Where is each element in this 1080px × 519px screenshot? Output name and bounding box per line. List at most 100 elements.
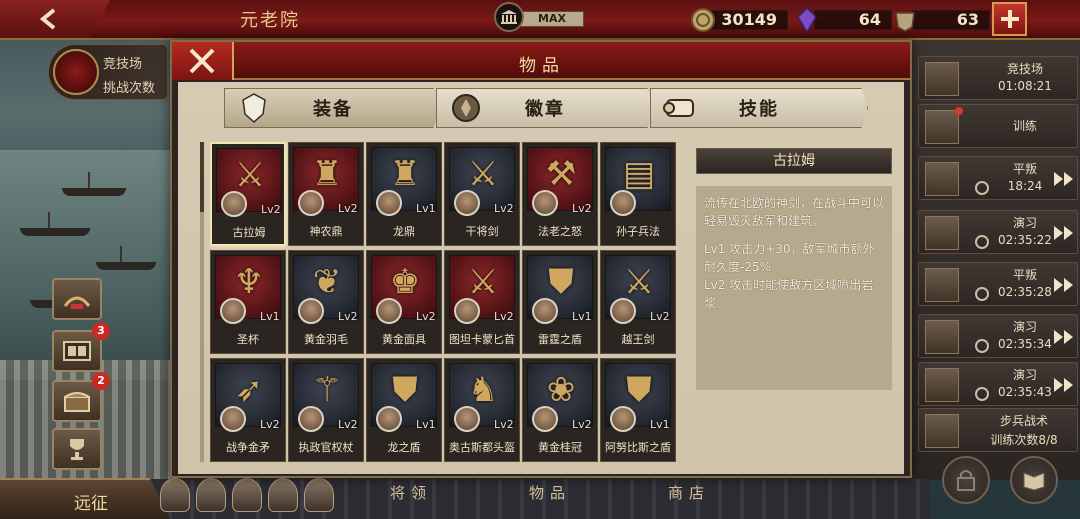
timer-drill[interactable]: 演习 02:35:22 [918,210,1078,254]
panel-header: 物品 [172,42,910,80]
item-slot[interactable]: ♆ Lv1 圣杯 [210,250,286,354]
tab-generals[interactable]: 将领 [390,482,432,504]
item-slot[interactable]: ⚔ Lv2 图坦卡蒙匕首 [444,250,520,354]
item-image: ❀ Lv2 [527,363,593,432]
item-name: 龙鼎 [393,225,415,238]
item-slot[interactable]: ♜ Lv1 龙鼎 [366,142,442,246]
ship-image [20,212,90,236]
expedition-button[interactable]: 远征 [0,478,170,519]
arena-label: 竞技场 [103,57,143,72]
timer-drill[interactable]: 演习 02:35:43 [918,362,1078,406]
speed-up-icon[interactable] [1053,329,1075,345]
swords-icon [925,62,959,96]
trophy-button[interactable] [52,428,102,470]
chest-button[interactable]: 2 [52,372,110,422]
crossed-icon [925,320,959,354]
item-slot[interactable]: ❀ Lv2 黄金桂冠 [522,358,598,462]
item-image: ➶ Lv2 [215,363,281,432]
item-image: ▤ [605,147,671,216]
speed-up-icon[interactable] [1053,277,1075,293]
timer-training[interactable]: 训练 [918,104,1078,148]
close-icon [189,48,215,74]
tab-items[interactable]: 物品 [529,482,571,504]
helmet-icon [925,110,959,144]
tab-shop[interactable]: 商店 [668,482,710,504]
timer-drill[interactable]: 演习 02:35:34 [918,314,1078,358]
item-slot[interactable]: ❦ Lv2 黄金羽毛 [288,250,364,354]
item-slot[interactable]: ⚚ Lv2 执政官权杖 [288,358,364,462]
hero-avatar [454,406,480,432]
item-image: ⚔ Lv2 [449,147,515,216]
item-image: ⚔ Lv2 [449,255,515,324]
item-slot[interactable]: ♞ Lv2 奥古斯都头盔 [444,358,520,462]
item-slot[interactable]: ⛊ Lv1 龙之盾 [366,358,442,462]
item-image: ♚ Lv2 [371,255,437,324]
grid-scrollbar[interactable] [200,142,204,462]
lock-button[interactable] [942,456,990,504]
laurel-button[interactable] [52,278,102,320]
item-slot[interactable]: ⛊ Lv1 雷霆之盾 [522,250,598,354]
tab-skills[interactable]: 技能 [650,88,868,128]
item-level: Lv2 [572,202,592,215]
arena-challenge-badge[interactable]: 竞技场 挑战次数 [48,44,168,100]
item-level: Lv2 [338,202,358,215]
hero-avatar [610,298,636,324]
expedition-label: 远征 [74,494,108,514]
scrollbar-thumb[interactable] [200,142,204,212]
category-tabs: 装备 徽章 技能 [224,88,868,128]
item-artwork-icon: ⚚ [311,370,343,410]
timer-time: 02:35:34 [998,337,1052,351]
item-slot[interactable]: ⚔ Lv2 干将剑 [444,142,520,246]
item-slot[interactable]: ⚔ Lv2 越王剑 [600,250,676,354]
item-level: Lv2 [338,418,358,431]
timer-time: 18:24 [1007,179,1043,193]
item-slot[interactable]: ♜ Lv2 神农鼎 [288,142,364,246]
item-slot[interactable]: ⛊ Lv1 阿努比斯之盾 [600,358,676,462]
item-name: 执政官权杖 [298,441,354,454]
clock-icon [975,181,989,195]
timer-arena[interactable]: 竞技场 01:08:21 [918,56,1078,100]
timer-infantry-tactics[interactable]: 步兵战术 训练次数8/8 [918,408,1078,452]
page-title: 元老院 [240,10,300,31]
back-button[interactable] [0,0,110,38]
speed-up-icon[interactable] [1053,225,1075,241]
timer-name: 演习 [1012,320,1037,334]
tab-label: 徽章 [525,99,565,120]
tab-emblem[interactable]: 徽章 [436,88,654,128]
timer-suppress[interactable]: 平叛 02:35:28 [918,262,1078,306]
add-resource-button[interactable] [992,2,1027,36]
speed-up-icon[interactable] [1053,377,1075,393]
book-button[interactable] [1010,456,1058,504]
helmet-portrait-icon [268,478,298,512]
senate-level-bar: MAX [520,11,584,27]
item-artwork-icon: ⚔ [234,155,266,195]
crossed-icon [925,368,959,402]
item-slot[interactable]: ⚔ Lv2 古拉姆 [210,142,286,246]
honor-resource: 63 [892,8,990,32]
timer-suppress[interactable]: 平叛 18:24 [918,156,1078,200]
item-slot[interactable]: ▤ 孙子兵法 [600,142,676,246]
item-name: 圣杯 [237,333,259,346]
top-bar: 元老院 MAX 30149 64 63 [0,0,1080,40]
film-button[interactable]: 3 [52,322,110,372]
item-slot[interactable]: ⚒ Lv2 法老之怒 [522,142,598,246]
hero-avatar [454,298,480,324]
item-artwork-icon: ♞ [467,370,499,410]
gold-resource: 30149 [690,8,788,32]
item-artwork-icon: ▤ [622,154,656,194]
tab-label: 技能 [739,99,779,120]
tab-equipment[interactable]: 装备 [224,88,440,128]
timer-list: 竞技场 01:08:21 训练 平叛 18:24 演习 02:35:22 平叛 … [918,52,1080,472]
item-level: Lv2 [572,418,592,431]
item-name: 图坦卡蒙匕首 [449,333,515,346]
timer-name: 竞技场 [1006,62,1043,76]
speed-up-icon[interactable] [1053,171,1075,187]
timer-name: 步兵战术 [999,414,1048,428]
item-slot[interactable]: ♚ Lv2 黄金面具 [366,250,442,354]
armor-icon [242,93,266,124]
timer-name: 平叛 [1012,268,1037,282]
training-count: 训练次数8/8 [990,433,1058,447]
close-button[interactable] [172,42,234,80]
level1-effect: Lv1 攻击力+30，敌军城市额外耐久度-25% [704,242,875,274]
item-slot[interactable]: ➶ Lv2 战争金矛 [210,358,286,462]
